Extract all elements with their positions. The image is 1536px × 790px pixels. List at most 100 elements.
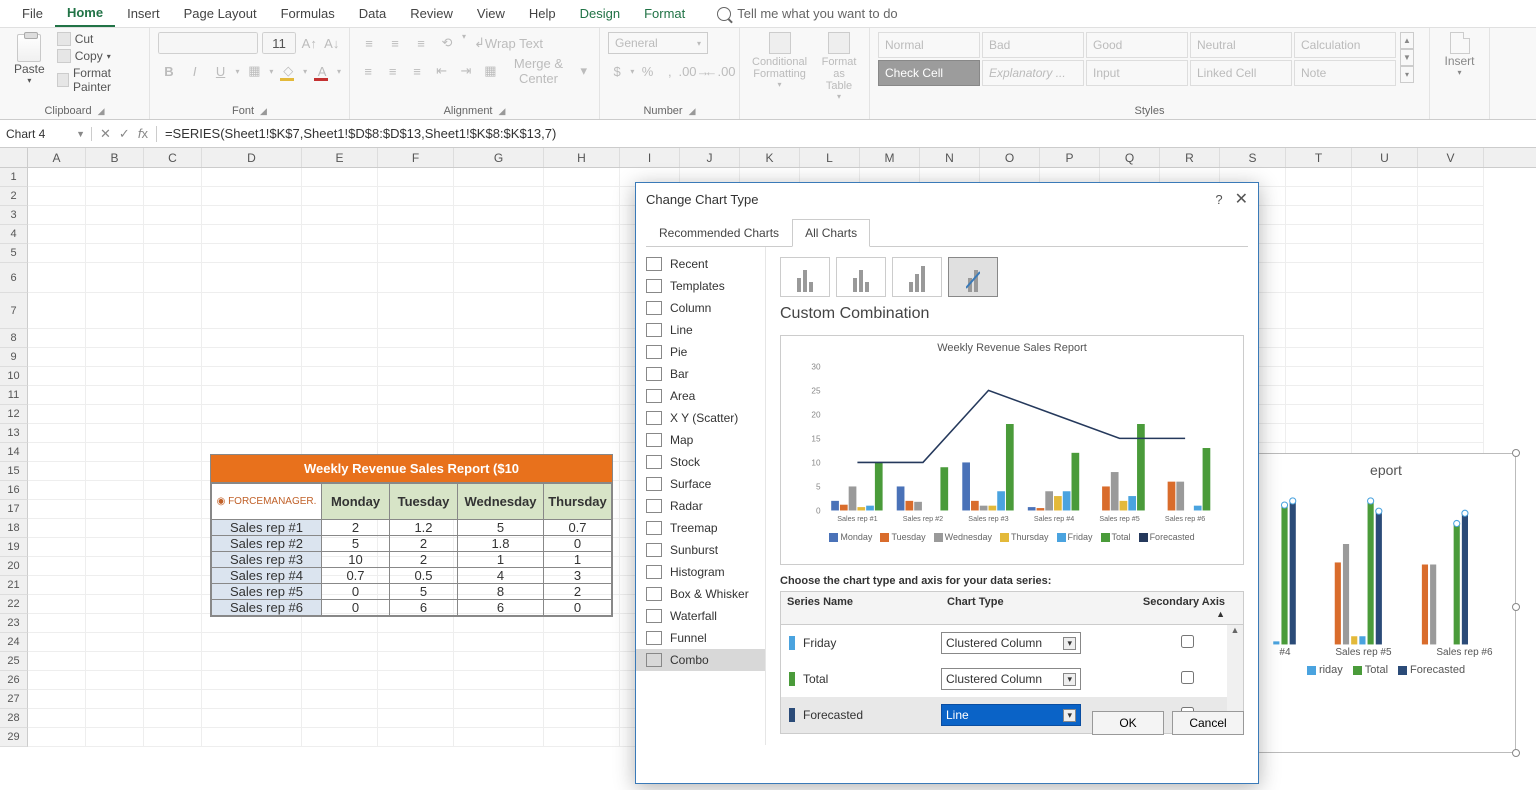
row-header[interactable]: 23 [0,614,28,633]
row-header[interactable]: 12 [0,405,28,424]
bold-button[interactable]: B [158,60,180,82]
combo-subtype-custom[interactable] [948,257,998,297]
tab-recommended-charts[interactable]: Recommended Charts [646,219,792,246]
increase-indent-button[interactable]: ⇥ [456,60,476,82]
col-header[interactable]: J [680,148,740,167]
chart-type-column[interactable]: Column [636,297,765,319]
row-header[interactable]: 8 [0,329,28,348]
align-bottom-button[interactable]: ≡ [410,32,432,54]
chart-type-recent[interactable]: Recent [636,253,765,275]
col-header[interactable]: P [1040,148,1100,167]
orientation-button[interactable]: ⟲ [436,32,458,54]
decrease-font-button[interactable]: A↓ [323,32,342,54]
cell-styles-gallery[interactable]: Normal Bad Good Neutral Calculation Chec… [878,32,1396,86]
cancel-button[interactable]: Cancel [1172,711,1244,735]
chart-type-surface[interactable]: Surface [636,473,765,495]
number-format-select[interactable]: General▾ [608,32,708,54]
row-header[interactable]: 13 [0,424,28,443]
col-header[interactable]: K [740,148,800,167]
comma-button[interactable]: , [661,60,679,82]
row-header[interactable]: 2 [0,187,28,206]
format-as-table-button[interactable]: Format as Table▾ [817,32,861,101]
borders-button[interactable]: ▦ [244,60,266,82]
row-header[interactable]: 6 [0,263,28,293]
row-header[interactable]: 22 [0,595,28,614]
ok-button[interactable]: OK [1092,711,1164,735]
row-header[interactable]: 17 [0,500,28,519]
fill-color-button[interactable]: ◇ [277,60,299,82]
tab-review[interactable]: Review [398,1,465,26]
row-header[interactable]: 5 [0,244,28,263]
name-box[interactable]: Chart 4▼ [0,127,92,141]
cancel-formula-icon[interactable]: ✕ [100,126,111,142]
formula-input[interactable]: =SERIES(Sheet1!$K$7,Sheet1!$D$8:$D$13,Sh… [157,126,1536,141]
tab-format[interactable]: Format [632,1,697,26]
increase-decimal-button[interactable]: .00→ [683,60,705,82]
tab-design[interactable]: Design [568,1,632,26]
style-neutral[interactable]: Neutral [1190,32,1292,58]
chart-type-pie[interactable]: Pie [636,341,765,363]
chart-type-templates[interactable]: Templates [636,275,765,297]
wrap-text-button[interactable]: ↲ Wrap Text [470,32,547,54]
select-all-corner[interactable] [0,148,28,167]
enter-formula-icon[interactable]: ✓ [119,126,130,142]
row-header[interactable]: 19 [0,538,28,557]
chart-type-map[interactable]: Map [636,429,765,451]
row-header[interactable]: 15 [0,462,28,481]
row-header[interactable]: 28 [0,709,28,728]
font-color-button[interactable]: A [311,60,333,82]
col-header[interactable]: T [1286,148,1352,167]
style-input[interactable]: Input [1086,60,1188,86]
row-header[interactable]: 20 [0,557,28,576]
col-header[interactable]: N [920,148,980,167]
col-header[interactable]: E [302,148,378,167]
row-header[interactable]: 14 [0,443,28,462]
row-header[interactable]: 16 [0,481,28,500]
chart-type-bar[interactable]: Bar [636,363,765,385]
row-header[interactable]: 9 [0,348,28,367]
chart-type-line[interactable]: Line [636,319,765,341]
chart-type-histogram[interactable]: Histogram [636,561,765,583]
tab-file[interactable]: File [10,1,55,26]
chart-type-box-whisker[interactable]: Box & Whisker [636,583,765,605]
chart-type-radar[interactable]: Radar [636,495,765,517]
underline-button[interactable]: U [210,60,232,82]
align-center-button[interactable]: ≡ [382,60,402,82]
font-launcher-icon[interactable]: ◢ [260,106,267,117]
cut-button[interactable]: Cut [57,32,141,46]
chart-type-waterfall[interactable]: Waterfall [636,605,765,627]
style-calculation[interactable]: Calculation [1294,32,1396,58]
clipboard-launcher-icon[interactable]: ◢ [98,106,105,117]
percent-button[interactable]: % [638,60,656,82]
style-linked-cell[interactable]: Linked Cell [1190,60,1292,86]
align-left-button[interactable]: ≡ [358,60,378,82]
style-normal[interactable]: Normal [878,32,980,58]
conditional-formatting-button[interactable]: Conditional Formatting▾ [748,32,811,89]
col-header[interactable]: G [454,148,544,167]
fx-icon[interactable]: fx [138,126,148,141]
paste-button[interactable]: Paste ▾ [8,32,51,94]
row-header[interactable]: 29 [0,728,28,747]
italic-button[interactable]: I [184,60,206,82]
embedded-chart[interactable]: eport [1256,453,1516,753]
style-good[interactable]: Good [1086,32,1188,58]
row-header[interactable]: 27 [0,690,28,709]
merge-center-button[interactable]: ▦ Merge & Center ▾ [480,60,591,82]
secondary-axis-checkbox[interactable] [1181,635,1194,648]
row-header[interactable]: 3 [0,206,28,225]
col-header[interactable]: F [378,148,454,167]
tab-help[interactable]: Help [517,1,568,26]
tab-all-charts[interactable]: All Charts [792,219,870,247]
dialog-help-icon[interactable]: ? [1215,192,1222,207]
col-header[interactable]: H [544,148,620,167]
row-header[interactable]: 24 [0,633,28,652]
dialog-close-icon[interactable]: ✕ [1235,189,1248,209]
col-header[interactable]: B [86,148,144,167]
col-header[interactable]: R [1160,148,1220,167]
alignment-launcher-icon[interactable]: ◢ [499,106,506,117]
style-bad[interactable]: Bad [982,32,1084,58]
col-header[interactable]: U [1352,148,1418,167]
chart-type-treemap[interactable]: Treemap [636,517,765,539]
series-row[interactable]: Friday Clustered Column▾ [781,625,1243,661]
col-header[interactable]: M [860,148,920,167]
